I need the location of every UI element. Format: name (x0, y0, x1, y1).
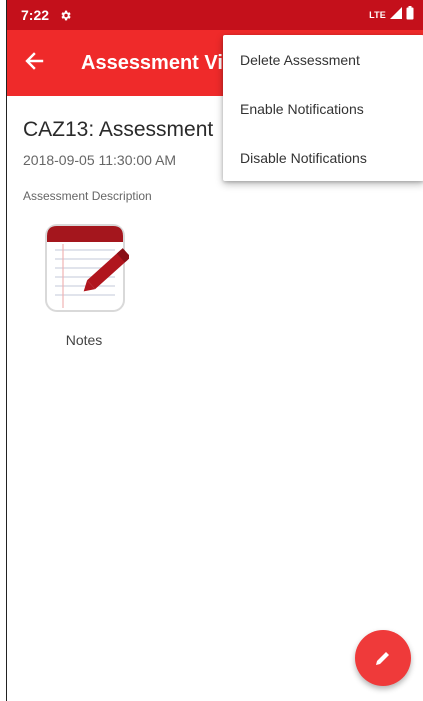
pencil-icon (376, 652, 389, 665)
notes-button[interactable]: Notes (41, 222, 131, 348)
notes-label: Notes (65, 332, 103, 348)
status-bar: 7:22 LTE (7, 0, 423, 30)
notepad-pencil-icon (45, 224, 129, 312)
gear-icon (59, 9, 72, 22)
assessment-title: CAZ13: Assessment (23, 118, 214, 141)
status-time: 7:22 (21, 7, 50, 23)
menu-item-disable-notifications[interactable]: Disable Notifications (223, 133, 423, 182)
menu-item-delete-assessment[interactable]: Delete Assessment (223, 35, 423, 84)
signal-icon (390, 6, 402, 24)
battery-icon (406, 5, 414, 25)
arrow-left-icon[interactable] (23, 50, 45, 72)
screen: 7:22 LTE Assessment View CAZ13: Assessme… (6, 0, 423, 701)
edit-fab-button[interactable] (355, 630, 411, 686)
assessment-datetime: 2018-09-05 11:30:00 AM (23, 152, 177, 168)
network-type: LTE (369, 10, 386, 20)
assessment-description-label: Assessment Description (23, 189, 152, 203)
menu-item-enable-notifications[interactable]: Enable Notifications (223, 84, 423, 133)
overflow-menu: Delete Assessment Enable Notifications D… (223, 35, 423, 181)
